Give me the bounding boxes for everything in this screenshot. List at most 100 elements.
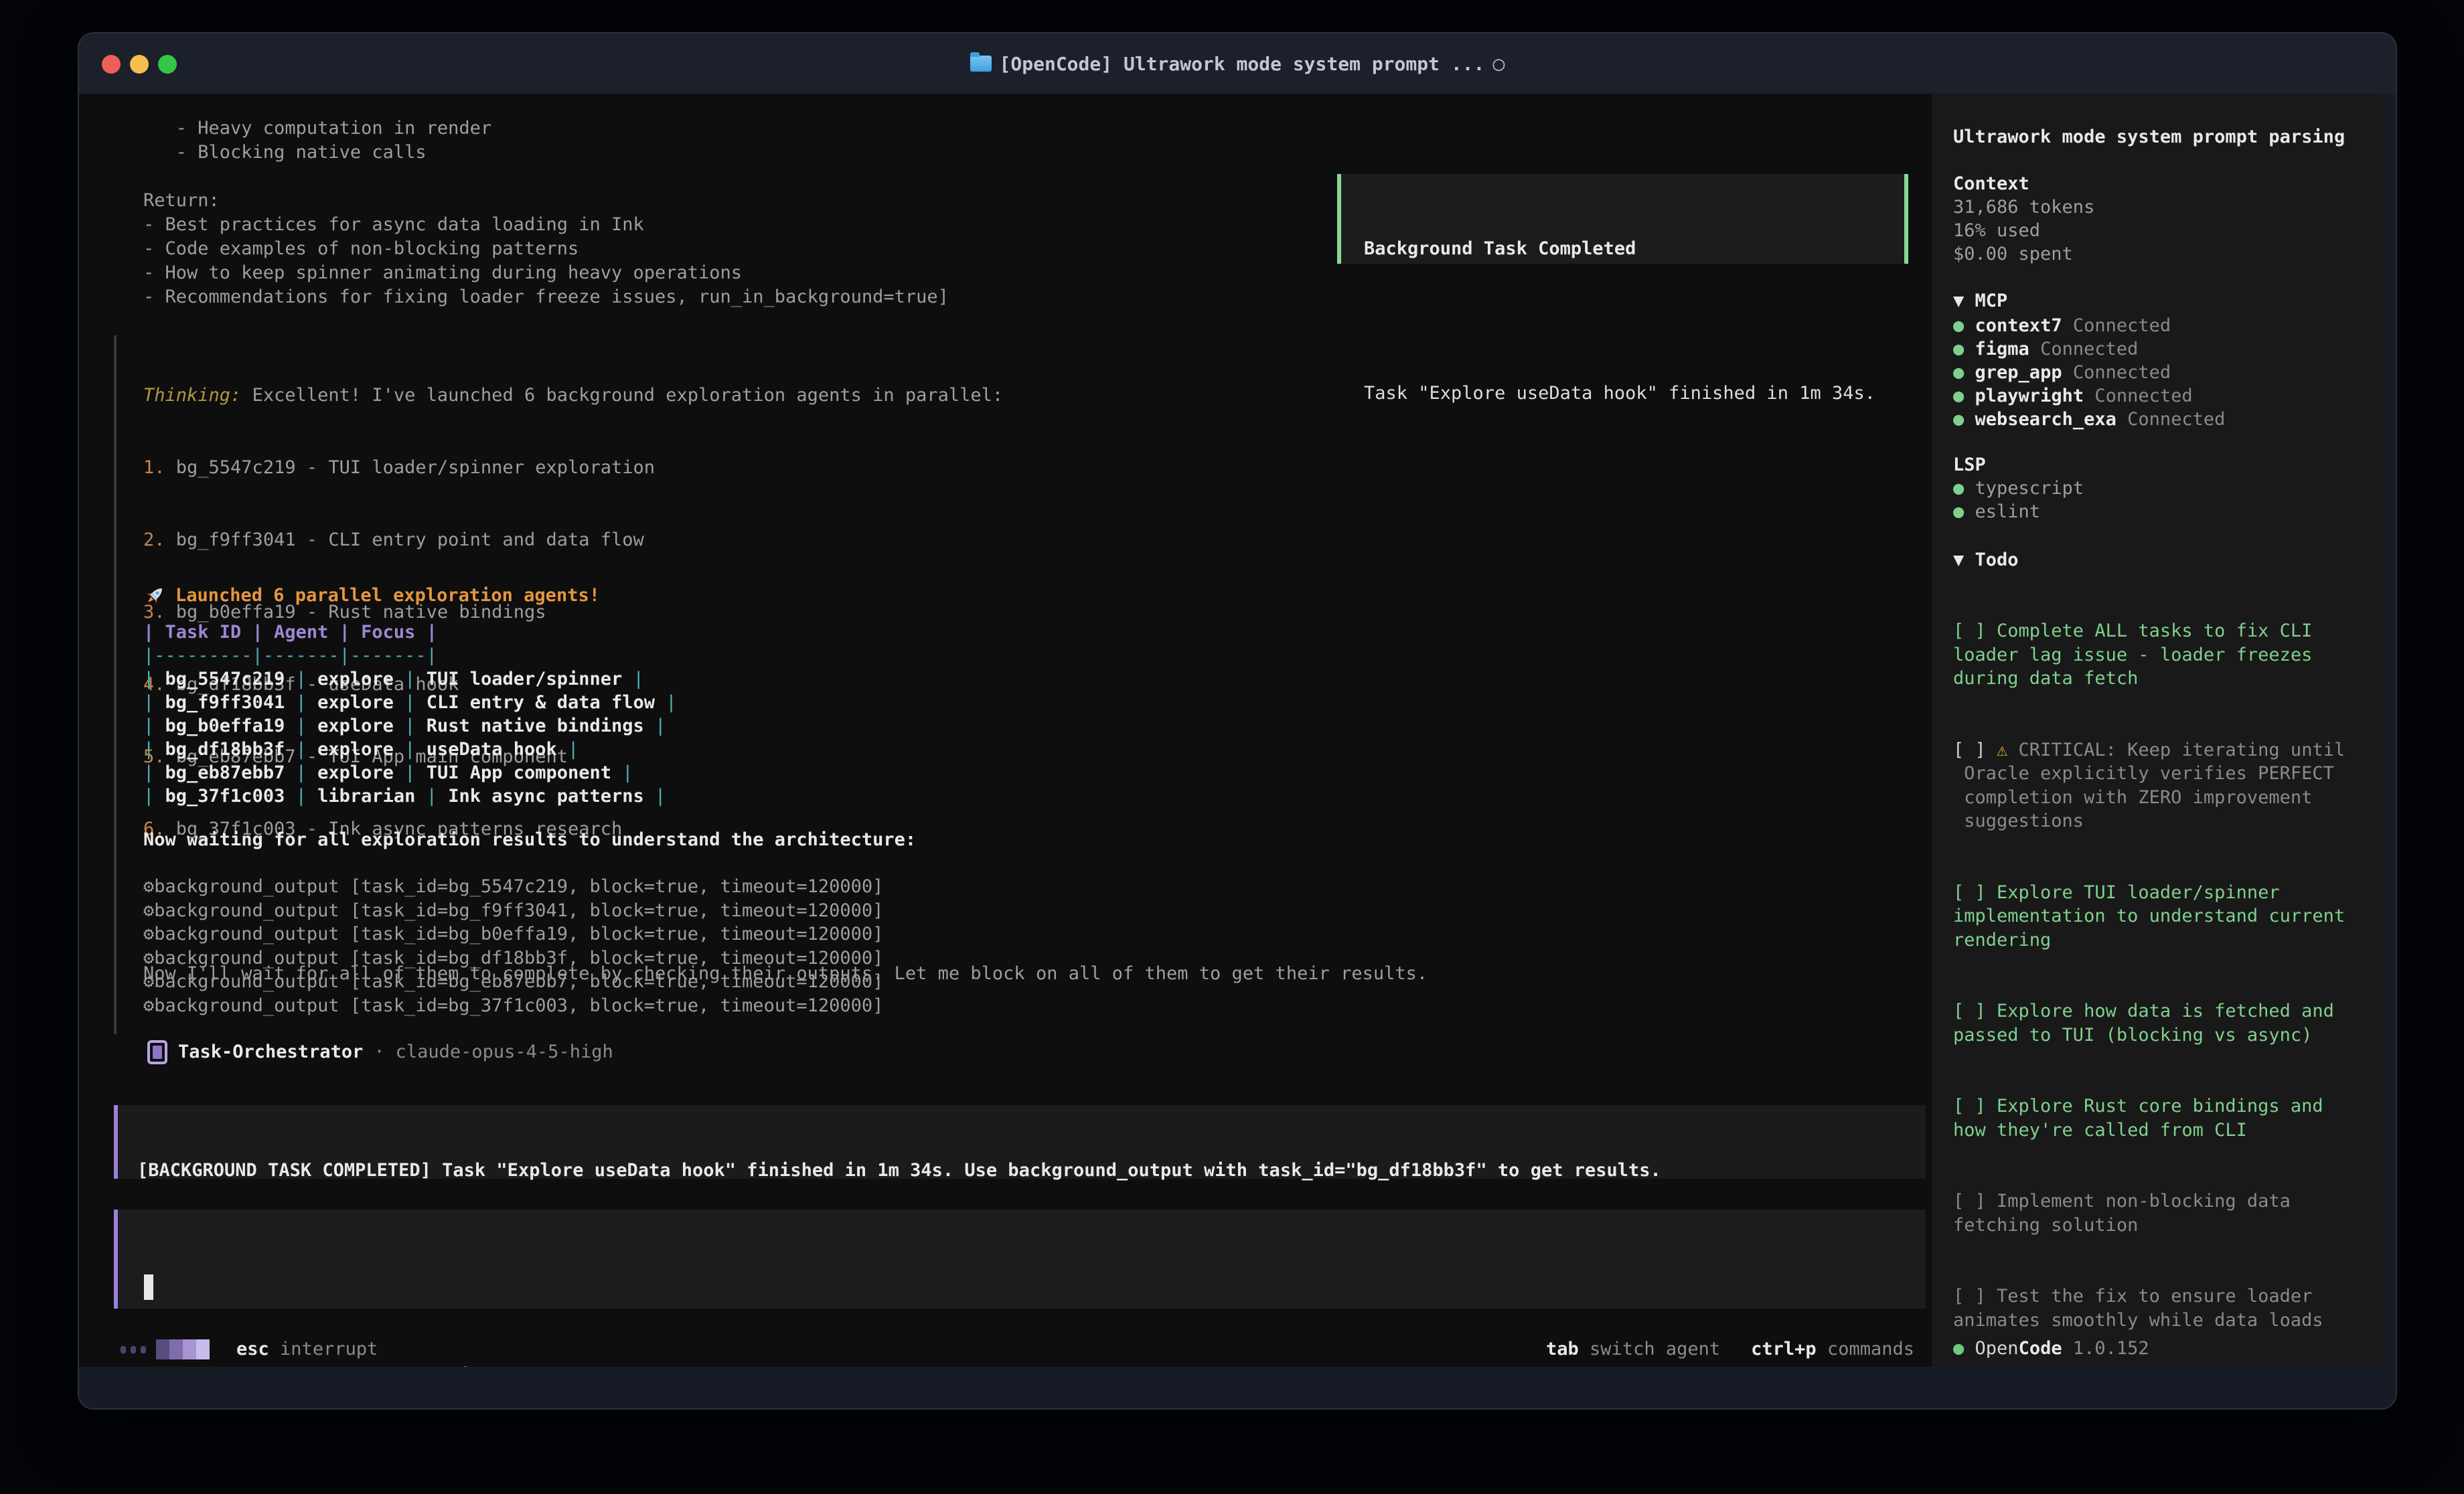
tool-call-line: ⚙background_output [task_id=bg_f9ff3041,… [143,899,883,923]
waiting-line: Now waiting for all exploration results … [143,828,916,852]
status-keybinds: tab switch agent ctrl+p commands [1546,1332,1914,1367]
app-version: ● OpenCode 1.0.152 [1953,1337,2149,1361]
announcement-line: Launched 6 parallel exploration agents! [143,581,600,610]
folder-icon [970,56,992,72]
context-heading: Context [1953,172,2029,196]
context-spent: $0.00 spent [1953,242,2073,266]
tab-key-hint: tab [1546,1337,1579,1361]
status-spinner: esc interrupt [121,1332,378,1367]
spinner-block [183,1339,196,1359]
window-title: [OpenCode] Ultrawork mode system prompt … [79,33,2396,94]
spinner-block [156,1339,169,1359]
spinner-dot [141,1346,146,1353]
spinner-dot [131,1346,136,1353]
prompt-input[interactable]: Task-Orchestrator Opus 4.5 High Anthropi… [114,1210,1926,1309]
agent-header: Task-Orchestrator · claude-opus-4-5-high [147,1038,613,1067]
todo-item: [ ] Explore Rust core bindings and how t… [1953,1094,2345,1142]
close-button[interactable] [102,55,121,74]
titlebar: [OpenCode] Ultrawork mode system prompt … [79,33,2396,94]
thinking-label: Thinking: [143,385,241,406]
zoom-button[interactable] [158,55,177,74]
lsp-heading: LSP [1953,453,1986,477]
sidebar: Ultrawork mode system prompt parsing Con… [1932,94,2382,1367]
tool-call-list: ⚙background_output [task_id=bg_5547c219,… [143,875,883,1017]
mcp-item: ● context7 Connected [1953,314,2171,338]
mcp-section-header[interactable]: ▼ MCP [1953,289,2007,313]
terminal-window: [OpenCode] Ultrawork mode system prompt … [78,32,2397,1410]
thinking-list-item: 2. bg_f9ff3041 - CLI entry point and dat… [143,528,1428,552]
table-row: | bg_df18bb3f | explore | useData hook | [143,738,677,761]
gear-icon: ⚙ [143,995,154,1016]
table-row: | bg_f9ff3041 | explore | CLI entry & da… [143,691,677,714]
gear-icon: ⚙ [143,948,154,969]
context-tokens: 31,686 tokens [1953,195,2094,220]
background-completed-block: [BACKGROUND TASK COMPLETED] Task "Explor… [114,1105,1926,1179]
status-dot-icon: ● [1953,315,1964,336]
spinner-block [196,1339,210,1359]
esc-key-label [269,1337,280,1361]
context-used: 16% used [1953,219,2040,243]
todo-list: [ ] Complete ALL tasks to fix CLI loader… [1953,572,2345,1367]
spinner-dot [121,1346,126,1353]
todo-item: [ ] ⚠ CRITICAL: Keep iterating until Ora… [1953,738,2345,833]
tab-key-label: switch agent [1590,1337,1720,1361]
chat-pane[interactable]: - Heavy computation in render - Blocking… [79,94,1932,1367]
window-right-gutter [2382,94,2396,1367]
rocket-icon [143,584,166,607]
minimize-button[interactable] [130,55,149,74]
status-dot-icon: ● [1953,501,1964,522]
toast-body: Task "Explore useData hook" finished in … [1364,382,1904,406]
status-dot-icon: ● [1953,339,1964,359]
status-dot-icon: ● [1953,362,1964,383]
mcp-item: ● playwright Connected [1953,384,2193,408]
table-row: | bg_eb87ebb7 | explore | TUI App compon… [143,761,677,784]
todo-section-header[interactable]: ▼ Todo [1953,548,2019,572]
completed-message: [BACKGROUND TASK COMPLETED] Task "Explor… [137,1159,1926,1183]
table-row: | bg_b0effa19 | explore | Rust native bi… [143,714,677,738]
todo-item: [ ] Explore how data is fetched and pass… [1953,999,2345,1047]
ctrlp-key-hint: ctrl+p [1751,1337,1817,1361]
lsp-item: ● eslint [1953,500,2040,524]
todo-item: [ ] Explore TUI loader/spinner implement… [1953,881,2345,952]
agent-icon [147,1040,167,1064]
agent-model: claude-opus-4-5-high [396,1040,613,1064]
table-row: | bg_5547c219 | explore | TUI loader/spi… [143,667,677,691]
todo-item: [ ] Complete ALL tasks to fix CLI loader… [1953,619,2345,691]
gear-icon: ⚙ [143,900,154,921]
thinking-list-item: 1. bg_5547c219 - TUI loader/spinner expl… [143,456,1428,480]
agent-name: Task-Orchestrator [178,1040,363,1064]
ctrlp-key-label: commands [1827,1337,1914,1361]
tool-call-line: ⚙background_output [task_id=bg_b0effa19,… [143,922,883,946]
mcp-item: ● websearch_exa Connected [1953,408,2225,432]
announcement-text: Launched 6 parallel exploration agents! [175,584,600,608]
table-header: | Task ID | Agent | Focus | [143,620,677,644]
session-indicator-icon: ○ [1492,52,1505,76]
task-table: | Task ID | Agent | Focus | |---------|-… [143,620,677,808]
esc-key-hint: esc [236,1337,269,1361]
tool-call-line: ⚙background_output [task_id=bg_5547c219,… [143,875,883,899]
status-dot-icon: ● [1953,478,1964,499]
sidebar-title: Ultrawork mode system prompt parsing [1953,125,2345,149]
toast-notification: Background Task Completed Task "Explore … [1337,174,1908,264]
status-dot-icon: ● [1953,409,1964,430]
separator-dot: · [374,1040,384,1064]
todo-item: [ ] Implement non-blocking data fetching… [1953,1189,2345,1237]
tool-call-line: ⚙background_output [task_id=bg_eb87ebb7,… [143,970,883,994]
chevron-down-icon: ▼ [1953,550,1964,570]
mcp-item: ● grep_app Connected [1953,361,2171,385]
screen: [OpenCode] Ultrawork mode system prompt … [0,0,2464,1494]
spinner-block [169,1339,183,1359]
gear-icon: ⚙ [143,971,154,992]
tool-result-text: - Heavy computation in render - Blocking… [143,116,949,309]
status-dot-icon: ● [1953,1338,1964,1359]
chevron-down-icon: ▼ [1953,290,1964,311]
gear-icon: ⚙ [143,876,154,897]
window-bottom-gutter [79,1367,2396,1408]
tool-call-line: ⚙background_output [task_id=bg_37f1c003,… [143,994,883,1018]
window-title-text: [OpenCode] Ultrawork mode system prompt … [1000,53,1485,75]
traffic-lights [102,55,177,74]
tool-call-line: ⚙background_output [task_id=bg_df18bb3f,… [143,946,883,971]
lsp-item: ● typescript [1953,477,2084,501]
text-cursor [144,1274,153,1300]
todo-item: [ ] Test the fix to ensure loader animat… [1953,1284,2345,1332]
